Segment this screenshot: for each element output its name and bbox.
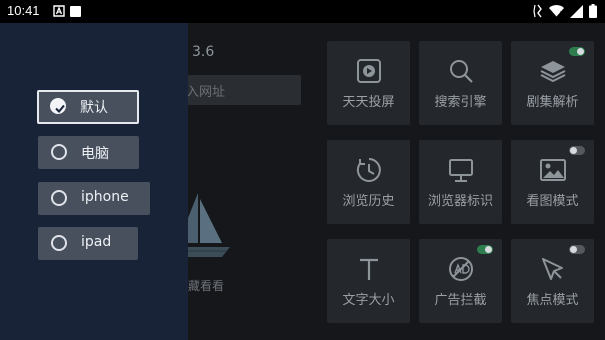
battery-icon bbox=[589, 4, 597, 18]
vibrate-icon bbox=[533, 4, 542, 18]
history-icon bbox=[356, 158, 381, 182]
monitor-icon bbox=[448, 159, 473, 182]
tile-user-agent[interactable]: 浏览器标识 bbox=[419, 140, 502, 224]
image-icon bbox=[539, 159, 566, 181]
radio-icon bbox=[51, 235, 67, 251]
tile-label: 看图模式 bbox=[526, 194, 579, 209]
tile-history[interactable]: 浏览历史 bbox=[327, 140, 410, 224]
episode-parse-toggle[interactable] bbox=[569, 47, 585, 56]
ad-block-icon bbox=[448, 257, 473, 281]
tile-image-mode[interactable]: 看图模式 bbox=[511, 140, 594, 224]
ua-option-pc[interactable]: 电脑 bbox=[38, 136, 139, 169]
tile-ad-block[interactable]: 广告拦截 bbox=[419, 239, 502, 323]
ua-option-label: 电脑 bbox=[81, 146, 109, 162]
text-size-icon bbox=[359, 258, 378, 280]
search-icon bbox=[449, 60, 473, 83]
ua-option-label: ipad bbox=[81, 234, 112, 250]
url-input[interactable]: 入网址 bbox=[180, 75, 301, 105]
ad-block-toggle[interactable] bbox=[477, 245, 493, 254]
signal-icon bbox=[570, 4, 583, 18]
tile-search-engine[interactable]: 搜索引擎 bbox=[419, 41, 502, 125]
status-bar: 10:41 bbox=[0, 0, 605, 23]
tile-label: 浏览器标识 bbox=[427, 194, 493, 209]
ua-option-ipad[interactable]: ipad bbox=[38, 227, 138, 260]
ua-option-label: 默认 bbox=[80, 100, 108, 116]
radio-icon bbox=[51, 144, 67, 160]
wifi-icon bbox=[549, 5, 564, 17]
checked-radio-icon bbox=[50, 98, 66, 114]
image-mode-toggle[interactable] bbox=[569, 146, 585, 155]
user-agent-drawer: 默认 电脑 iphone ipad bbox=[0, 23, 188, 340]
tile-label: 广告拦截 bbox=[434, 293, 487, 308]
tile-focus-mode[interactable]: 焦点模式 bbox=[511, 239, 594, 323]
ua-option-label: iphone bbox=[81, 189, 129, 205]
layers-icon bbox=[540, 61, 565, 83]
notification-icon bbox=[53, 5, 65, 17]
tile-label: 剧集解析 bbox=[526, 95, 579, 110]
play-icon bbox=[356, 59, 381, 83]
notification-square-icon bbox=[70, 6, 81, 17]
tile-label: 天天投屏 bbox=[342, 95, 395, 110]
status-time: 10:41 bbox=[7, 3, 40, 18]
tile-label: 文字大小 bbox=[342, 293, 395, 308]
tile-screen-cast[interactable]: 天天投屏 bbox=[327, 41, 410, 125]
focus-mode-toggle[interactable] bbox=[569, 245, 585, 254]
ua-option-iphone[interactable]: iphone bbox=[38, 182, 150, 215]
tile-label: 浏览历史 bbox=[342, 194, 395, 209]
tile-label: 搜索引擎 bbox=[434, 95, 487, 110]
ua-option-default[interactable]: 默认 bbox=[37, 90, 139, 124]
tile-episode-parse[interactable]: 剧集解析 bbox=[511, 41, 594, 125]
tile-label: 焦点模式 bbox=[526, 293, 579, 308]
cursor-icon bbox=[541, 258, 563, 280]
radio-icon bbox=[51, 190, 67, 206]
tile-text-size[interactable]: 文字大小 bbox=[327, 239, 410, 323]
browser-app: ：3.6 入网址 收藏看看 天天投屏 搜索引擎 剧集解析 浏览历史 浏览器标识 bbox=[0, 23, 605, 340]
